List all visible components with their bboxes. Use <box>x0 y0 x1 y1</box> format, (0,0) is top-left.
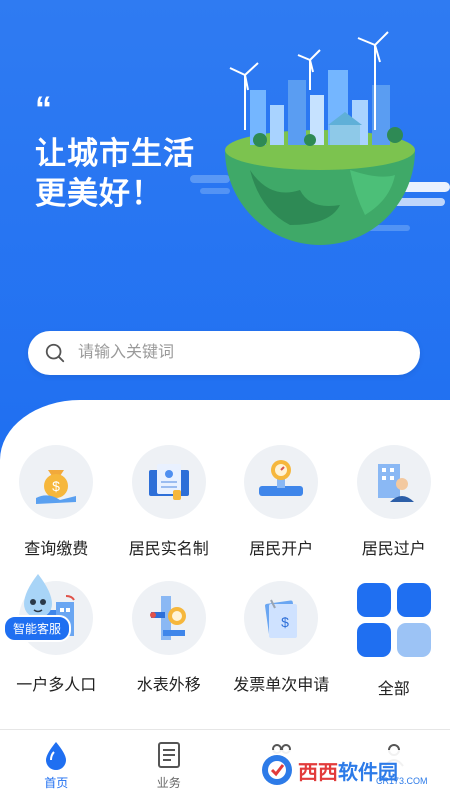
service-icon-circle <box>357 445 431 519</box>
service-label: 居民开户 <box>249 535 313 559</box>
service-icon-circle <box>132 445 206 519</box>
watermark-logo-icon <box>260 753 294 787</box>
service-meter-relocation[interactable]: 水表外移 <box>113 581 226 699</box>
svg-text:$: $ <box>281 614 289 630</box>
tab-label: 首页 <box>44 774 68 791</box>
service-resident-open-account[interactable]: 居民开户 <box>225 445 338 559</box>
tab-home[interactable]: 首页 <box>0 730 113 801</box>
grid-tiles-icon <box>355 581 433 659</box>
quote-mark: “ <box>35 92 52 126</box>
watermark-brand-red: 西西 <box>298 762 338 784</box>
slogan-line-1: 让城市生活 <box>35 128 195 173</box>
service-label: 居民过户 <box>362 535 426 559</box>
document-list-icon <box>155 740 183 770</box>
svg-text:$: $ <box>52 478 60 494</box>
smart-service-badge[interactable]: 智能客服 <box>3 615 71 642</box>
money-bag-hand-icon: $ <box>30 456 82 508</box>
meter-pipe-icon <box>143 592 195 644</box>
service-resident-transfer[interactable]: 居民过户 <box>338 445 450 559</box>
service-query-payment[interactable]: $ 查询缴费 <box>0 445 113 559</box>
site-watermark: 西西软件园 CR173.COM <box>258 750 430 790</box>
service-resident-realname[interactable]: 居民实名制 <box>113 445 226 559</box>
service-icon-circle <box>132 581 206 655</box>
service-label: 一户多人口 <box>16 671 96 695</box>
search-input[interactable] <box>76 343 380 363</box>
service-icon-circle: $ <box>244 581 318 655</box>
search-bar[interactable] <box>28 331 420 375</box>
tab-label: 业务 <box>157 774 181 791</box>
id-card-icon <box>143 456 195 508</box>
watermark-site: CR173.COM <box>376 776 428 786</box>
hero-banner: “ 让城市生活 更美好！ <box>0 0 450 470</box>
tab-business[interactable]: 业务 <box>113 730 226 801</box>
city-globe-illustration <box>190 30 450 260</box>
service-label: 居民实名制 <box>129 535 209 559</box>
service-label: 全部 <box>378 675 410 699</box>
service-label: 发票单次申请 <box>233 671 329 695</box>
service-icon-circle <box>244 445 318 519</box>
search-icon <box>44 342 66 364</box>
invoice-icon: $ <box>255 592 307 644</box>
service-all[interactable]: 全部 <box>338 581 450 699</box>
service-icon-circle: $ <box>19 445 93 519</box>
water-drop-icon <box>42 740 70 770</box>
service-label: 水表外移 <box>137 671 201 695</box>
service-label: 查询缴费 <box>24 535 88 559</box>
building-person-icon <box>368 456 420 508</box>
water-meter-icon <box>255 456 307 508</box>
service-invoice-single-request[interactable]: $ 发票单次申请 <box>225 581 338 699</box>
slogan-line-2: 更美好！ <box>35 168 163 213</box>
